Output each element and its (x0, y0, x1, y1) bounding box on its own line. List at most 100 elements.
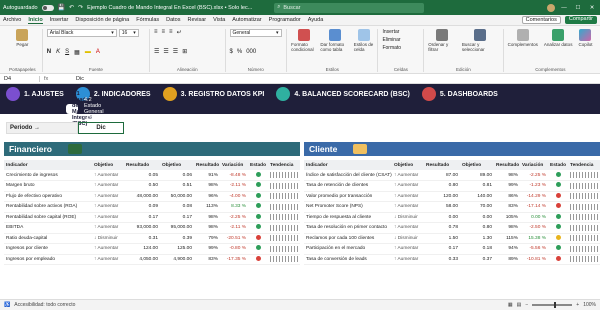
redo-icon[interactable]: ↷ (78, 4, 83, 11)
zoom-out-icon[interactable]: − (525, 302, 528, 308)
nav-item-5[interactable]: 5. DASHBOARDS (416, 84, 504, 104)
period-value[interactable]: Dic (78, 122, 124, 134)
cell-styles-button[interactable]: Estilos de celda (354, 29, 374, 52)
nav-item-3[interactable]: 3. REGISTRO DATOS KPI (157, 84, 271, 104)
underline-icon[interactable]: S (65, 49, 69, 56)
trend-cell (568, 254, 600, 265)
tab-bsc-table[interactable]: 4.1 Cuadro de Mando Integral (BSC) (66, 91, 92, 127)
column-header: Variación (220, 160, 248, 170)
column-header: Indicador (4, 160, 92, 170)
tab-archivo[interactable]: Archivo (3, 17, 21, 23)
format-table-button[interactable]: Dar formato como tabla (320, 29, 349, 52)
objective-value: 0.37 (460, 254, 494, 265)
minimize-icon[interactable]: — (559, 5, 569, 11)
italic-icon[interactable]: K (56, 49, 60, 56)
trend-cell (268, 243, 300, 255)
indicator-name: Ingresos por cliente (4, 243, 92, 255)
normal-view-icon[interactable]: ▦ (508, 302, 513, 308)
currency-icon[interactable]: $ (230, 49, 233, 55)
objective-direction: ↑ Aumentar (392, 254, 424, 265)
nav-item-4[interactable]: 4. BALANCED SCORECARD (BSC) (270, 84, 416, 104)
fill-color-icon[interactable]: ▬ (85, 49, 91, 56)
search-box[interactable]: ⌕ Buscar (274, 2, 425, 13)
align-middle-icon[interactable]: ≡ (162, 29, 166, 36)
border-icon[interactable]: ▦ (74, 49, 80, 56)
sort-filter-button[interactable]: Ordenar y filtrar (428, 29, 456, 52)
copilot-button[interactable]: Copilot (578, 29, 592, 47)
status-indicator-icon (555, 234, 561, 240)
paste-button[interactable]: Pegar (7, 29, 38, 47)
table-row: Net Promoter Score (NPS) ↑ Aumentar 58.00 7… (304, 201, 600, 213)
tab-revisar[interactable]: Revisar (188, 17, 207, 23)
wrap-text-icon[interactable]: ↵ (177, 29, 182, 36)
merge-icon[interactable]: ⊞ (182, 48, 187, 55)
save-icon[interactable]: 💾 (58, 4, 65, 11)
bold-icon[interactable]: N (47, 49, 51, 56)
comments-button[interactable]: Comentarios (521, 16, 561, 24)
tab-automatizar[interactable]: Automatizar (232, 17, 261, 23)
zoom-slider[interactable] (532, 302, 573, 308)
zoom-in-icon[interactable]: + (576, 302, 579, 308)
objective-direction: ↑ Aumentar (92, 254, 124, 265)
nav-item-1[interactable]: 1. AJUSTES (0, 84, 70, 104)
font-name-select[interactable]: Arial Black ▾ (46, 29, 117, 37)
status-indicator-icon (555, 245, 561, 251)
format-button[interactable]: Formato (382, 45, 419, 51)
percent-icon[interactable]: % (237, 49, 242, 55)
tab-general-status[interactable]: 4.2 Estado General | BSC (78, 97, 104, 121)
font-color-icon[interactable]: A (96, 49, 100, 56)
tab-datos[interactable]: Datos (166, 17, 180, 23)
copilot-icon (579, 29, 592, 41)
customers-icon (353, 144, 368, 154)
trend-sparkline (570, 182, 598, 189)
addins-button[interactable]: Complementos (508, 29, 538, 47)
align-left-icon[interactable]: ☰ (154, 48, 159, 55)
variation-value: -4.00 % (220, 191, 248, 202)
accessibility-icon[interactable]: ♿ (4, 302, 10, 308)
maximize-icon[interactable]: ☐ (573, 5, 583, 11)
objective-direction: ↑ Aumentar (92, 201, 124, 213)
tab-vista[interactable]: Vista (213, 17, 225, 23)
close-icon[interactable]: ✕ (587, 5, 597, 11)
cond-format-button[interactable]: Formato condicional (291, 29, 316, 52)
zoom-level[interactable]: 100% (583, 302, 596, 308)
formula-input[interactable]: Dic (76, 76, 84, 82)
indicator-name: Rentabilidad sobre capital (ROE) (4, 212, 92, 223)
undo-icon[interactable]: ↶ (69, 4, 74, 11)
result-percent: 98% (194, 222, 220, 234)
column-header: Objetivo (160, 160, 194, 170)
number-format-select[interactable]: General ▾ (229, 29, 282, 37)
insert-button[interactable]: Insertar (382, 29, 419, 35)
tab-ayuda[interactable]: Ayuda (308, 17, 324, 23)
align-center-icon[interactable]: ☰ (163, 48, 168, 55)
delete-button[interactable]: Eliminar (382, 37, 419, 43)
align-bottom-icon[interactable]: ≡ (169, 29, 173, 36)
align-top-icon[interactable]: ≡ (154, 29, 158, 36)
data-analysis-button[interactable]: Analizar datos (544, 29, 572, 47)
font-size-select[interactable]: 16 ▾ (118, 29, 139, 37)
find-icon (474, 29, 487, 41)
avatar[interactable] (547, 3, 555, 12)
ribbon: Pegar Portapapeles Arial Black ▾ 16 ▾ NKS … (0, 26, 600, 74)
objective-direction: ↓ Disminuir (92, 233, 124, 244)
objective-direction: ↑ Aumentar (392, 222, 424, 234)
find-select-button[interactable]: Buscar y seleccionar (462, 29, 499, 52)
accessibility-status[interactable]: Accesibilidad: todo correcto (14, 302, 75, 308)
tab-insertar[interactable]: Insertar (50, 17, 69, 23)
align-right-icon[interactable]: ☰ (173, 48, 178, 55)
nav-label: 5. DASHBOARDS (439, 90, 498, 98)
name-box[interactable]: D4 (0, 75, 40, 82)
table-row: EBITDA ↑ Aumentar 93,000.00 95,000.00 98% -2.… (4, 222, 300, 234)
autosave-toggle[interactable] (41, 4, 54, 11)
comma-icon[interactable]: 000 (246, 49, 256, 55)
objective-value: 70.00 (460, 201, 494, 213)
tab-disposici-n-de-p-gina[interactable]: Disposición de página (75, 17, 129, 23)
page-layout-icon[interactable]: ▤ (517, 302, 522, 308)
tab-inicio[interactable]: Inicio (28, 17, 43, 24)
tab-programador[interactable]: Programador (269, 17, 301, 23)
indicator-name: Tasa de retención de clientes (304, 180, 392, 192)
fx-icon[interactable]: fx (40, 76, 76, 82)
chevron-down-icon: ▾ (111, 30, 114, 36)
share-button[interactable]: Compartir (564, 16, 597, 24)
tab-f-rmulas[interactable]: Fórmulas (136, 17, 159, 23)
